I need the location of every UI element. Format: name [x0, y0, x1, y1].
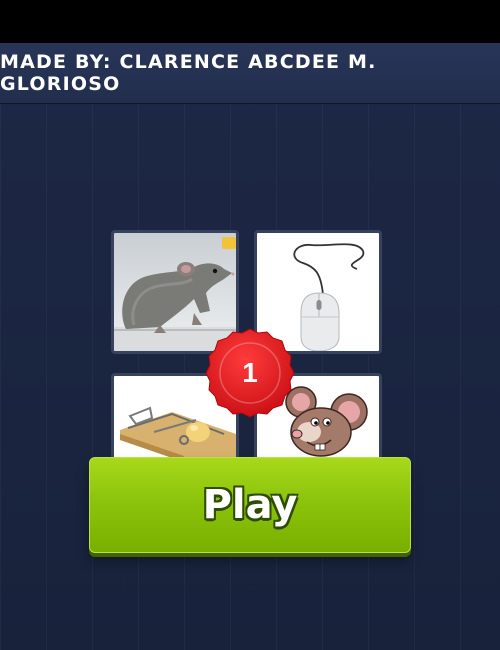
top-status-bar: [0, 0, 500, 43]
level-number: 1: [242, 357, 258, 388]
play-button[interactable]: Play: [89, 457, 411, 553]
play-button-label: Play: [202, 482, 298, 528]
level-badge: 1: [203, 326, 297, 420]
credit-text: MADE BY: CLARENCE ABCDEE M. GLORIOSO: [0, 51, 377, 95]
credit-banner: MADE BY: CLARENCE ABCDEE M. GLORIOSO: [0, 43, 500, 104]
